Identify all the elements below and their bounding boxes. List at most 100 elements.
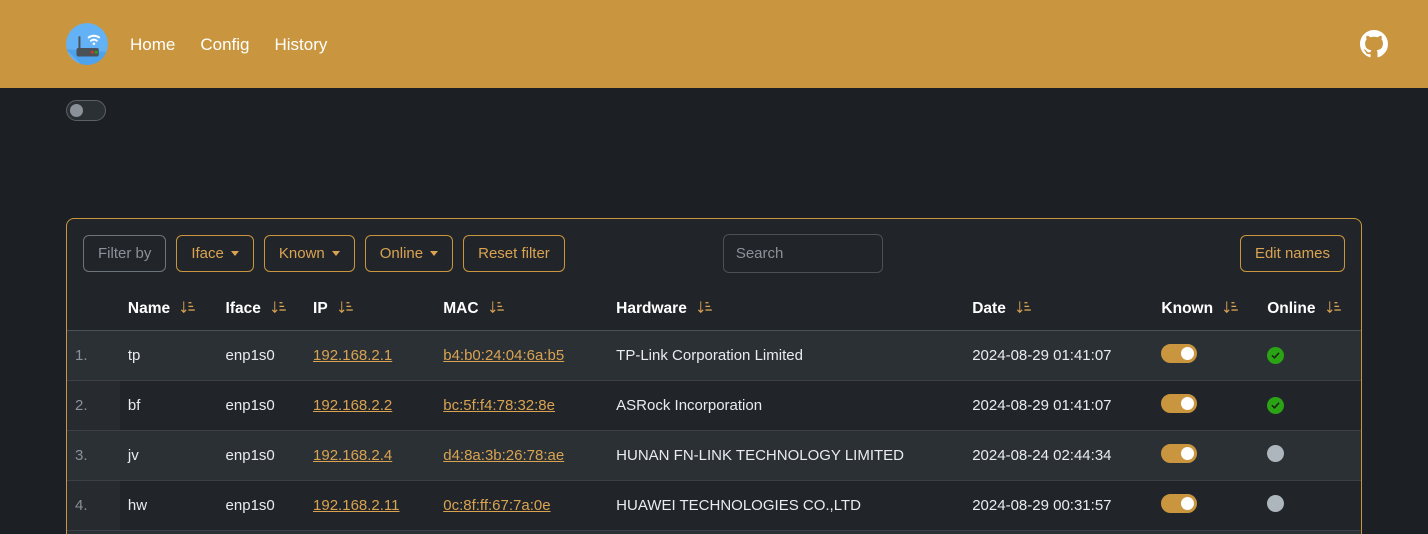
table-row: 2.bfenp1s0192.168.2.2bc:5f:f4:78:32:8eAS… (67, 381, 1361, 431)
cell-known (1153, 331, 1259, 381)
cell-iface: enp1s0 (218, 381, 305, 431)
cell-ip: 192.168.2.2 (305, 381, 435, 431)
filter-by-label-button[interactable]: Filter by (83, 235, 166, 272)
known-toggle[interactable] (1161, 444, 1197, 463)
search-input[interactable] (723, 234, 883, 273)
sort-down-icon[interactable] (697, 300, 712, 315)
cell-name: bf (120, 381, 218, 431)
navbar-right (1360, 30, 1388, 58)
column-header-known[interactable]: Known (1153, 288, 1259, 331)
column-label-known: Known (1161, 300, 1213, 317)
known-toggle[interactable] (1161, 394, 1197, 413)
sort-down-icon[interactable] (1223, 300, 1238, 315)
column-label-hardware: Hardware (616, 300, 687, 317)
cell-online (1259, 331, 1361, 381)
row-index: 4. (67, 481, 120, 531)
table-row: 1.tpenp1s0192.168.2.1b4:b0:24:04:6a:b5TP… (67, 331, 1361, 381)
github-icon[interactable] (1360, 30, 1388, 58)
column-label-date: Date (972, 300, 1006, 317)
cell-hardware: HUNAN FN-LINK TECHNOLOGY LIMITED (608, 431, 964, 481)
column-header-ip[interactable]: IP (305, 288, 435, 331)
cell-ip-link[interactable]: 192.168.2.11 (313, 497, 399, 514)
dark-mode-toggle[interactable] (66, 100, 106, 121)
chevron-down-icon (231, 251, 239, 256)
online-filter-label: Online (380, 246, 423, 261)
column-header-iface[interactable]: Iface (218, 288, 305, 331)
known-toggle[interactable] (1161, 344, 1197, 363)
online-filter-dropdown[interactable]: Online (365, 235, 453, 272)
cell-online (1259, 481, 1361, 531)
dark-mode-toggle-row (0, 88, 1428, 122)
column-header-hardware[interactable]: Hardware (608, 288, 964, 331)
sort-down-icon[interactable] (1326, 300, 1341, 315)
table-row: 5.xienp1s0192.168.2.1004e:cb:56:3d:65:0a… (67, 531, 1361, 534)
row-index: 2. (67, 381, 120, 431)
nav-link-config[interactable]: Config (200, 36, 249, 53)
filter-toolbar: Filter by Iface Known Online Reset filte… (67, 219, 1361, 288)
cell-date: 2024-08-29 01:41:07 (964, 381, 1153, 431)
column-label-name: Name (128, 300, 170, 317)
column-header-name[interactable]: Name (120, 288, 218, 331)
cell-iface: enp1s0 (218, 431, 305, 481)
sort-down-icon[interactable] (338, 300, 353, 315)
column-header-date[interactable]: Date (964, 288, 1153, 331)
sort-down-icon[interactable] (180, 300, 195, 315)
online-status-icon (1267, 347, 1284, 364)
column-label-mac: MAC (443, 300, 478, 317)
cell-ip: 192.168.2.11 (305, 481, 435, 531)
nav-links: Home Config History (130, 36, 327, 53)
cell-hardware: HUAWEI TECHNOLOGIES CO.,LTD (608, 481, 964, 531)
cell-date: 2024-08-29 01:41:07 (964, 331, 1153, 381)
cell-ip: 192.168.2.100 (305, 531, 435, 534)
cell-online (1259, 381, 1361, 431)
cell-online (1259, 531, 1361, 534)
known-filter-label: Known (279, 246, 325, 261)
dark-mode-toggle-knob (70, 104, 83, 117)
column-header-mac[interactable]: MAC (435, 288, 608, 331)
cell-hardware: TP-Link Corporation Limited (608, 331, 964, 381)
sort-down-icon[interactable] (271, 300, 286, 315)
sort-down-icon[interactable] (489, 300, 504, 315)
nav-link-history[interactable]: History (275, 36, 328, 53)
row-index: 5. (67, 531, 120, 534)
cell-mac: 0c:8f:ff:67:7a:0e (435, 481, 608, 531)
cell-ip: 192.168.2.1 (305, 331, 435, 381)
iface-filter-dropdown[interactable]: Iface (176, 235, 254, 272)
cell-mac-link[interactable]: d4:8a:3b:26:78:ae (443, 447, 564, 464)
nav-link-home[interactable]: Home (130, 36, 175, 53)
cell-mac-link[interactable]: b4:b0:24:04:6a:b5 (443, 347, 564, 364)
cell-mac: 4e:cb:56:3d:65:0a (435, 531, 608, 534)
router-wifi-logo-icon[interactable] (66, 23, 108, 65)
cell-iface: enp1s0 (218, 531, 305, 534)
known-toggle-knob (1181, 397, 1194, 410)
main-content: Filter by Iface Known Online Reset filte… (0, 88, 1428, 122)
chevron-down-icon (430, 251, 438, 256)
cell-known (1153, 531, 1259, 534)
column-header-online[interactable]: Online (1259, 288, 1361, 331)
devices-table-body: 1.tpenp1s0192.168.2.1b4:b0:24:04:6a:b5TP… (67, 331, 1361, 534)
devices-card: Filter by Iface Known Online Reset filte… (66, 218, 1362, 534)
known-filter-dropdown[interactable]: Known (264, 235, 355, 272)
column-label-iface: Iface (226, 300, 261, 317)
known-toggle-knob (1181, 447, 1194, 460)
cell-ip-link[interactable]: 192.168.2.1 (313, 347, 392, 364)
navbar: Home Config History (0, 0, 1428, 88)
column-header-index (67, 288, 120, 331)
reset-filter-button[interactable]: Reset filter (463, 235, 565, 272)
cell-ip-link[interactable]: 192.168.2.2 (313, 397, 392, 414)
table-row: 4.hwenp1s0 192.168.2.11 0c:8f:ff:67:7a:0e H… (67, 481, 1361, 531)
cell-name: hw (120, 481, 218, 531)
sort-down-icon[interactable] (1016, 300, 1031, 315)
column-label-online: Online (1267, 300, 1315, 317)
cell-iface: enp1s0 (218, 331, 305, 381)
edit-names-button[interactable]: Edit names (1240, 235, 1345, 272)
cell-ip-link[interactable]: 192.168.2.4 (313, 447, 392, 464)
cell-date: 2024-08-24 02:44:34 (964, 431, 1153, 481)
row-index: 3. (67, 431, 120, 481)
cell-known (1153, 481, 1259, 531)
known-toggle[interactable] (1161, 494, 1197, 513)
cell-mac-link[interactable]: bc:5f:f4:78:32:8e (443, 397, 555, 414)
cell-hardware: (Unknown: locally administered) (608, 531, 964, 534)
cell-name: jv (120, 431, 218, 481)
cell-mac-link[interactable]: 0c:8f:ff:67:7a:0e (443, 497, 550, 514)
